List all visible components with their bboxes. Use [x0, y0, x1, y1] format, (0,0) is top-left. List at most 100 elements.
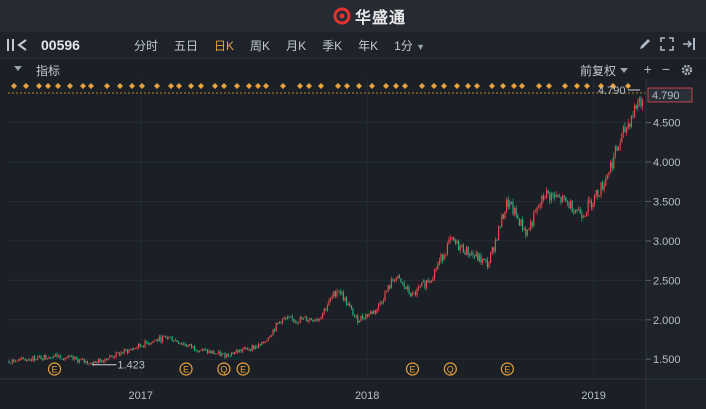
- candle-body: [166, 337, 168, 339]
- candle-body: [192, 346, 194, 348]
- candle-body: [542, 195, 544, 200]
- plus-icon[interactable]: +: [644, 61, 652, 77]
- signal-dot: [80, 83, 86, 89]
- candle-body: [627, 123, 629, 129]
- candle-body: [402, 282, 404, 284]
- candle-body: [347, 303, 349, 306]
- candle-body: [482, 258, 484, 263]
- candle-body: [395, 277, 397, 281]
- tab-weekly-k[interactable]: 周K: [250, 37, 270, 54]
- y-axis: 1.500 2.000 2.500 3.000 3.500 4.000 4.500: [645, 79, 706, 409]
- pencil-icon[interactable]: [638, 37, 652, 51]
- candle-body: [229, 355, 231, 357]
- candle-body: [448, 239, 450, 244]
- y-tick-label: 2.500: [653, 275, 681, 287]
- tab-minute-dropdown[interactable]: 1分 ▼: [394, 37, 425, 54]
- signal-dot: [154, 83, 160, 89]
- candle-body: [82, 359, 84, 360]
- candle-body: [184, 343, 186, 346]
- candle-body: [211, 351, 213, 354]
- candle-body: [243, 347, 245, 350]
- indicator-label[interactable]: 指标: [36, 62, 60, 79]
- candle-body: [394, 280, 396, 282]
- y-tick-label: 4.000: [653, 157, 681, 169]
- event-marker-label: Q: [220, 365, 227, 375]
- candle-body: [67, 355, 69, 358]
- signal-dot: [246, 83, 252, 89]
- candle-body: [266, 340, 268, 342]
- candle-body: [355, 315, 357, 317]
- adjust-caret-icon[interactable]: [620, 68, 628, 73]
- fullscreen-icon[interactable]: [660, 37, 674, 51]
- candle-body: [278, 321, 280, 324]
- signal-dot: [625, 83, 631, 89]
- candle-body: [123, 349, 125, 354]
- candle-body: [78, 359, 80, 363]
- exit-icon[interactable]: [682, 37, 698, 51]
- tab-monthly-k[interactable]: 月K: [286, 37, 306, 54]
- candle-body: [258, 343, 260, 348]
- signal-dot: [129, 83, 135, 89]
- candle-body: [458, 240, 460, 251]
- candle-body: [256, 346, 258, 348]
- tab-daily-k[interactable]: 日K: [214, 37, 234, 54]
- candle-body: [293, 318, 295, 322]
- candle-body: [520, 219, 522, 226]
- signal-dot: [45, 83, 51, 89]
- candle-body: [578, 209, 580, 211]
- minus-icon[interactable]: −: [662, 61, 670, 77]
- tab-minute-label: 1分: [394, 39, 413, 53]
- candle-body: [413, 292, 415, 294]
- indicator-bar: 指标 前复权 + −: [0, 59, 706, 79]
- candle-body: [611, 162, 613, 169]
- candle-body: [330, 297, 332, 300]
- collapse-chevron-icon[interactable]: [14, 66, 22, 71]
- candle-body: [208, 351, 210, 353]
- title-bar: 华盛通: [0, 0, 706, 33]
- candle-body: [230, 352, 232, 357]
- tab-quarterly-k[interactable]: 季K: [322, 37, 342, 54]
- candle-body: [14, 361, 16, 362]
- dropdown-caret-icon: ▼: [416, 42, 426, 52]
- tab-yearly-k[interactable]: 年K: [358, 37, 378, 54]
- candle-body: [598, 195, 600, 197]
- brand-logo: 华盛通: [333, 6, 406, 27]
- candle-body: [277, 322, 279, 324]
- candle-body: [435, 269, 437, 270]
- signal-dot: [441, 83, 447, 89]
- candle-body: [467, 246, 469, 255]
- tab-intraday[interactable]: 分时: [134, 37, 158, 54]
- candle-body: [370, 311, 372, 314]
- candle-body: [437, 264, 439, 270]
- candle-body: [491, 247, 493, 254]
- candle-body: [126, 350, 128, 353]
- candle-body: [589, 200, 591, 202]
- candle-body: [242, 349, 244, 352]
- candle-body: [507, 199, 509, 207]
- signal-dot: [23, 83, 29, 89]
- candle-body: [163, 335, 165, 337]
- candle-body: [469, 254, 471, 256]
- candle-body: [186, 345, 188, 347]
- candle-body: [118, 352, 120, 356]
- brand-swirl-icon: [333, 7, 351, 25]
- candle-body: [253, 345, 255, 349]
- price-chart[interactable]: EEQEEQE 1.5002.0002.5003.0003.5004.0004.…: [0, 79, 706, 409]
- gear-icon[interactable]: [680, 63, 694, 77]
- back-icon[interactable]: [6, 38, 34, 52]
- candle-body: [592, 202, 594, 208]
- tab-five-day[interactable]: 五日: [174, 37, 198, 54]
- candle-body: [410, 293, 412, 297]
- candle-body: [582, 216, 584, 218]
- candle-body: [498, 226, 500, 241]
- signal-dot: [511, 83, 517, 89]
- candle-body: [341, 292, 343, 294]
- candle-body: [442, 254, 444, 261]
- candle-body: [216, 353, 218, 355]
- signal-dot: [221, 83, 227, 89]
- candle-body: [203, 348, 205, 350]
- price-adjust-dropdown[interactable]: 前复权: [580, 62, 616, 79]
- candle-body: [202, 348, 204, 351]
- candle-body: [514, 207, 516, 215]
- ticker-code: 00596: [41, 37, 80, 53]
